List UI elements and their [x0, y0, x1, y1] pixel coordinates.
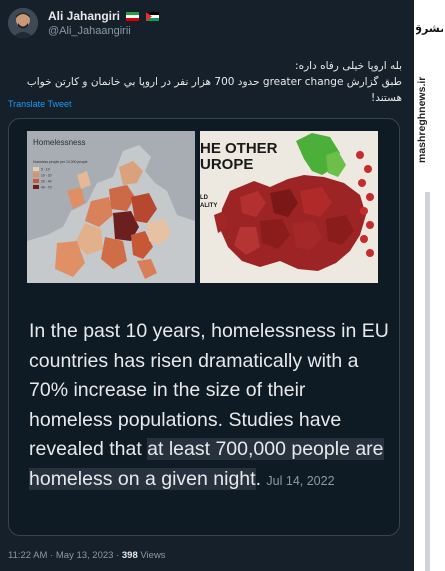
author-name[interactable]: Ali Jahangiri	[48, 9, 120, 23]
tweet[interactable]: Ali Jahangiri @Ali_Jahaangirii بله اروپا…	[0, 0, 414, 571]
watermark-bar	[425, 192, 430, 571]
map1-legend-title: Homeless people per 10,000 people	[33, 160, 88, 164]
views-label: Views	[137, 550, 166, 561]
map2-title-line: HE OTHER	[200, 140, 278, 157]
card-date: Jul 14, 2022	[266, 473, 335, 488]
tweet-meta: 11:22 AM · May 13, 2023 · 398 Views	[8, 550, 166, 561]
avatar[interactable]	[8, 8, 38, 38]
iran-flag-icon	[126, 12, 140, 21]
map1-legend-item: 10 - 20	[41, 174, 52, 178]
views-count: 398	[121, 550, 138, 561]
palestine-flag-icon	[145, 12, 159, 21]
quoted-media-card[interactable]: Homelessness Homeless people per 10,000 …	[8, 118, 400, 536]
mashregh-logo-icon: مشرق	[416, 10, 443, 48]
map1-legend-item: 40 - 70	[41, 186, 52, 190]
watermark-strip: مشرق mashreghnews.ir	[414, 0, 445, 571]
card-text-end: .	[255, 467, 261, 490]
logo-text: مشرق	[416, 22, 443, 35]
map2-side-label: ALITY	[200, 203, 217, 209]
media-photos[interactable]: Homelessness Homeless people per 10,000 …	[27, 131, 391, 305]
map1-legend-item: 5 - 10	[41, 168, 50, 172]
watermark-site: mashreghnews.ir	[416, 76, 428, 164]
author-handle[interactable]: @Ali_Jahaangirii	[48, 25, 131, 37]
map2-title-line: UROPE	[200, 156, 253, 173]
tweet-text-line: بله اروپا خیلی رفاه داره:	[295, 60, 402, 72]
tweet-timestamp[interactable]: 11:22 AM · May 13, 2023 ·	[8, 550, 122, 561]
card-text: In the past 10 years, homelessness in EU…	[29, 317, 389, 496]
map1-legend-item: 20 - 40	[41, 180, 52, 184]
map2-side-label: LD	[200, 195, 209, 201]
homelessness-map-image[interactable]: Homelessness Homeless people per 10,000 …	[27, 131, 195, 283]
other-europe-map-image[interactable]: HE OTHER UROPE LD ALITY	[200, 131, 378, 283]
map1-title: Homelessness	[33, 138, 85, 147]
translate-tweet-link[interactable]: Translate Tweet	[8, 99, 72, 109]
